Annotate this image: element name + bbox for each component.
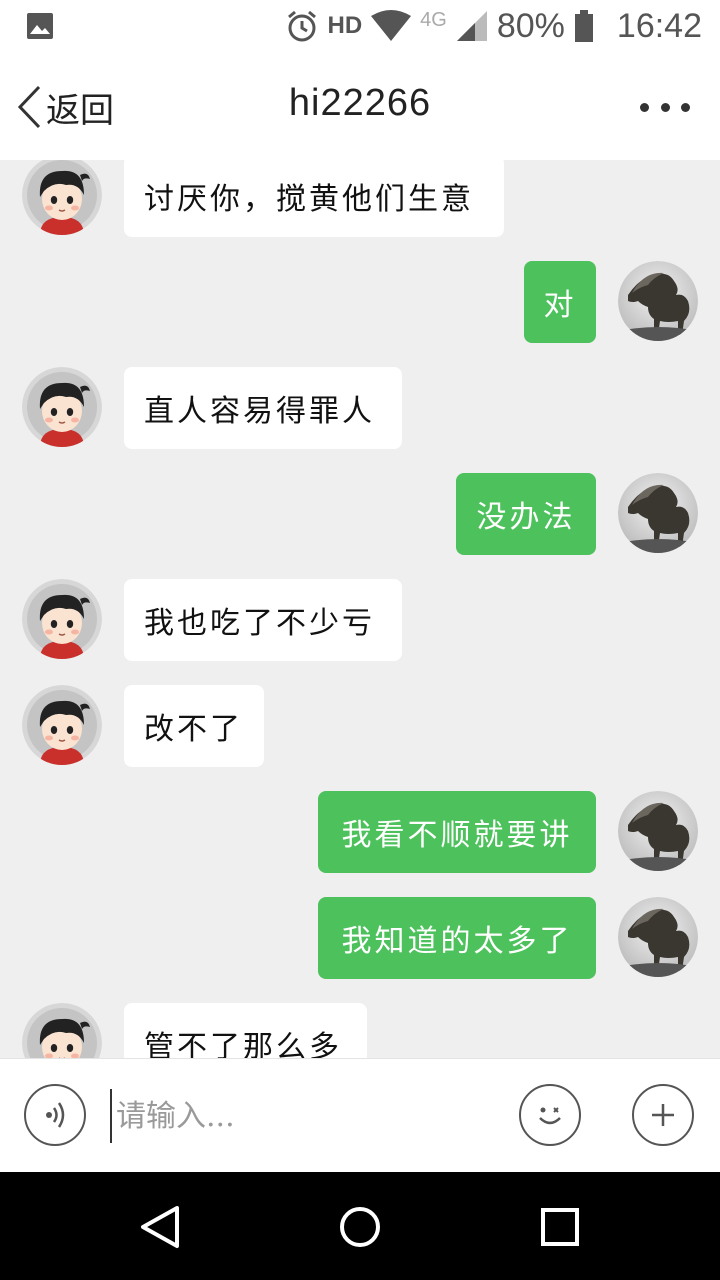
- chat-header: 返回 hi22266: [0, 52, 720, 160]
- contact-avatar[interactable]: [22, 367, 102, 447]
- incoming-message: 改不了: [0, 685, 720, 767]
- home-circle-icon: [340, 1207, 380, 1247]
- more-dot-icon: [660, 102, 670, 112]
- message-bubble[interactable]: 对: [524, 261, 596, 343]
- back-triangle-icon: [141, 1206, 179, 1248]
- contact-avatar[interactable]: [22, 160, 102, 235]
- gallery-icon: [27, 13, 53, 39]
- my-avatar[interactable]: [618, 473, 698, 553]
- battery-icon: [574, 10, 593, 42]
- battery-percent: 80%: [496, 6, 565, 45]
- incoming-message: 直人容易得罪人: [0, 367, 720, 449]
- chat-title: hi22266: [288, 82, 432, 124]
- message-bubble[interactable]: 我看不顺就要讲: [318, 791, 596, 873]
- message-bubble[interactable]: 我知道的太多了: [318, 897, 596, 979]
- my-avatar[interactable]: [618, 897, 698, 977]
- incoming-message: 管不了那么多: [0, 1003, 720, 1058]
- outgoing-message: 没办法: [0, 473, 720, 555]
- message-bubble[interactable]: 讨厌你，搅黄他们生意: [124, 160, 504, 237]
- message-list[interactable]: 讨厌你，搅黄他们生意 对 直人容易得罪人 没办法 我也吃了不少亏 改不了 我看不…: [0, 160, 720, 1058]
- more-dot-icon: [640, 102, 649, 112]
- message-input[interactable]: [110, 1089, 490, 1143]
- nav-recents-button[interactable]: [535, 1202, 585, 1252]
- incoming-message: 我也吃了不少亏: [0, 579, 720, 661]
- wifi-icon: [371, 10, 412, 41]
- network-label: 4G: [420, 8, 447, 31]
- my-avatar[interactable]: [618, 791, 698, 871]
- contact-avatar[interactable]: [22, 685, 102, 765]
- message-bubble[interactable]: 改不了: [124, 685, 264, 767]
- recents-square-icon: [541, 1208, 579, 1246]
- more-options-button[interactable]: [640, 92, 690, 122]
- message-bubble[interactable]: 直人容易得罪人: [124, 367, 402, 449]
- hd-label: HD: [327, 12, 363, 39]
- contact-avatar[interactable]: [22, 579, 102, 659]
- status-bar: HD 4G 80% 16:42: [0, 0, 720, 52]
- outgoing-message: 我看不顺就要讲: [0, 791, 720, 873]
- message-bubble[interactable]: 我也吃了不少亏: [124, 579, 402, 661]
- plus-button[interactable]: [632, 1084, 694, 1146]
- voice-icon: [46, 1102, 65, 1128]
- message-bubble[interactable]: 管不了那么多: [124, 1003, 367, 1058]
- nav-home-button[interactable]: [335, 1202, 385, 1252]
- plus-icon: [652, 1104, 674, 1126]
- input-bar: [0, 1058, 720, 1172]
- contact-avatar[interactable]: [22, 1003, 102, 1058]
- message-bubble[interactable]: 没办法: [456, 473, 596, 555]
- clock: 16:42: [616, 6, 702, 45]
- emoji-button[interactable]: [519, 1084, 581, 1146]
- outgoing-message: 对: [0, 261, 720, 343]
- nav-back-button[interactable]: [135, 1202, 185, 1252]
- alarm-icon: [288, 10, 317, 42]
- cell-signal-icon: [456, 11, 487, 41]
- emoji-icon: [539, 1107, 561, 1125]
- voice-button[interactable]: [24, 1084, 86, 1146]
- more-dot-icon: [681, 102, 690, 112]
- outgoing-message: 我知道的太多了: [0, 897, 720, 979]
- system-nav-bar: [0, 1172, 720, 1280]
- my-avatar[interactable]: [618, 261, 698, 341]
- incoming-message: 讨厌你，搅黄他们生意: [0, 160, 720, 237]
